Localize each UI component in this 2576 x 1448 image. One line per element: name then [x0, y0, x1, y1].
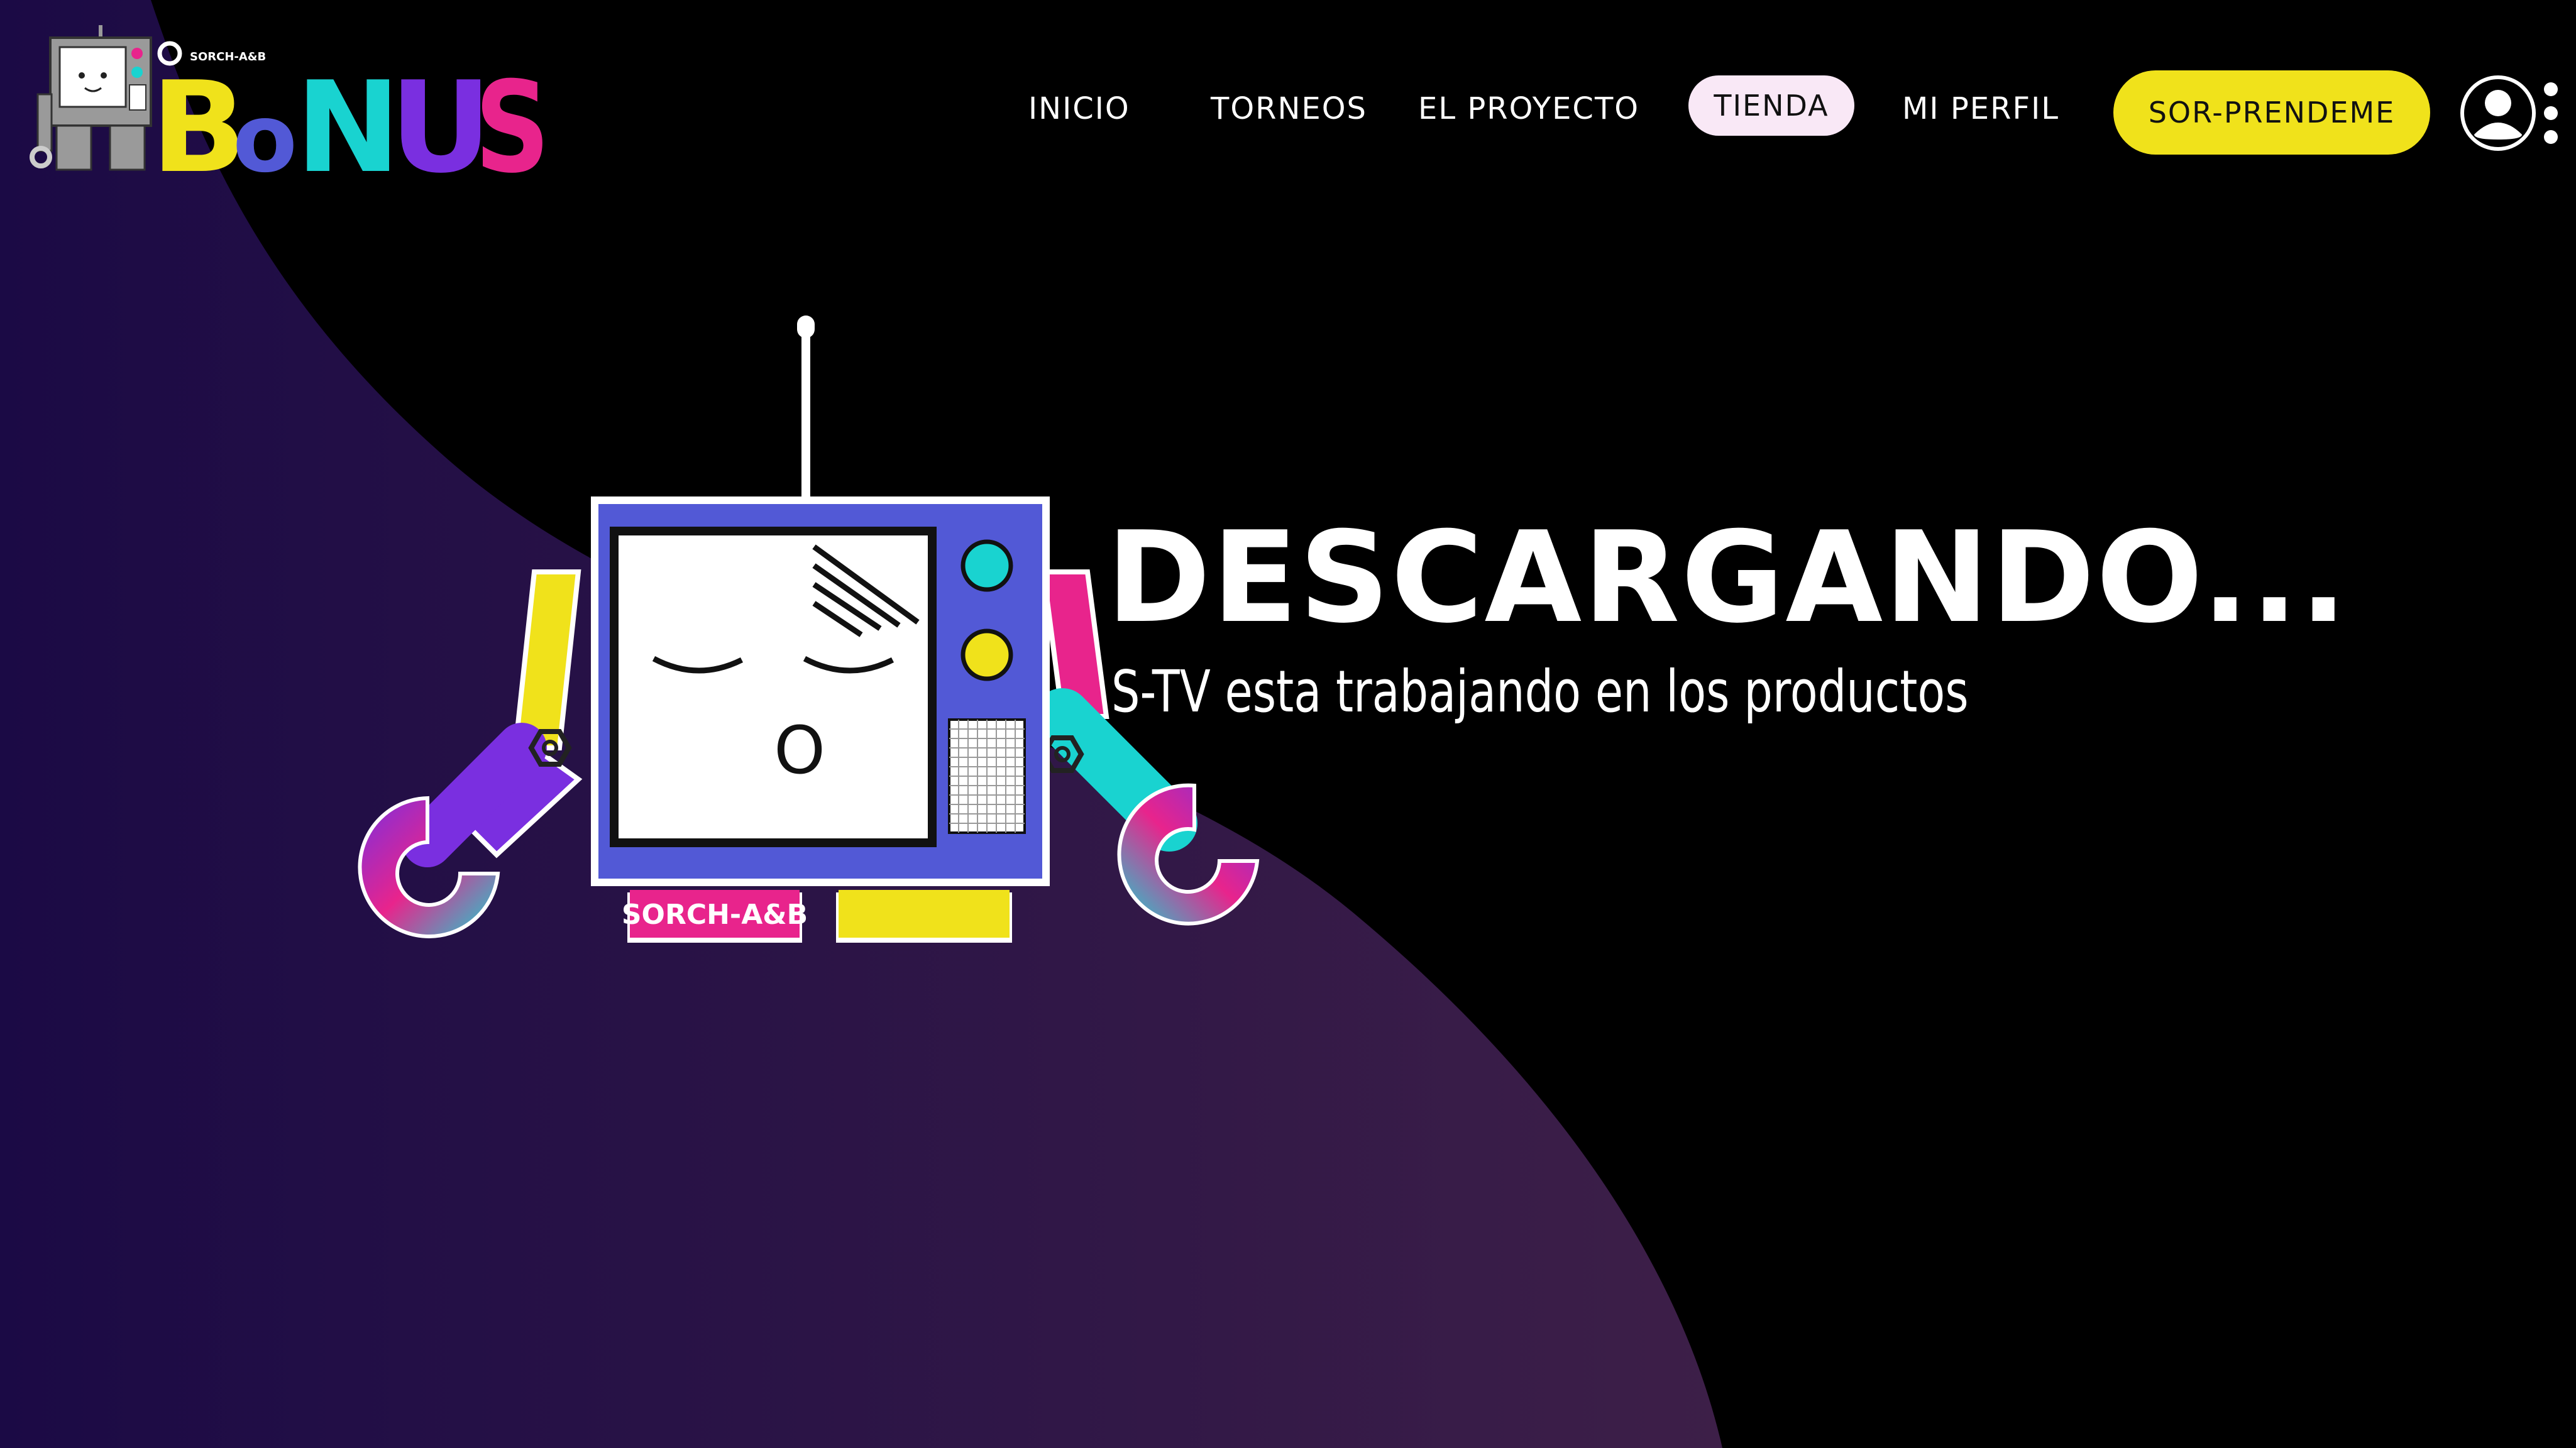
page-title: DESCARGANDO... [1106, 505, 2349, 651]
svg-text:S: S [475, 55, 550, 189]
sorprendeme-button[interactable]: SOR-PRENDEME [2113, 70, 2430, 155]
svg-text:o: o [233, 84, 297, 189]
bonus-logo[interactable]: SORCH-A&B B o N U S [25, 25, 553, 201]
nav-tienda[interactable]: TIENDA [1688, 75, 1854, 136]
nav-inicio[interactable]: INICIO [1028, 91, 1130, 126]
nav-el-proyecto[interactable]: EL PROYECTO [1418, 91, 1639, 126]
nav-mi-perfil[interactable]: MI PERFIL [1902, 91, 2059, 126]
user-circle-icon[interactable] [2459, 74, 2537, 152]
page-subtitle: S-TV esta trabajando en los productos [1111, 658, 1969, 725]
wrench-right-icon [1117, 783, 1260, 926]
nav-torneos[interactable]: TORNEOS [1211, 91, 1367, 126]
kebab-menu-icon[interactable] [2540, 80, 2562, 146]
svg-text:O: O [774, 712, 825, 789]
svg-text:SORCH-A&B: SORCH-A&B [622, 899, 808, 931]
svg-text:N: N [295, 55, 400, 189]
